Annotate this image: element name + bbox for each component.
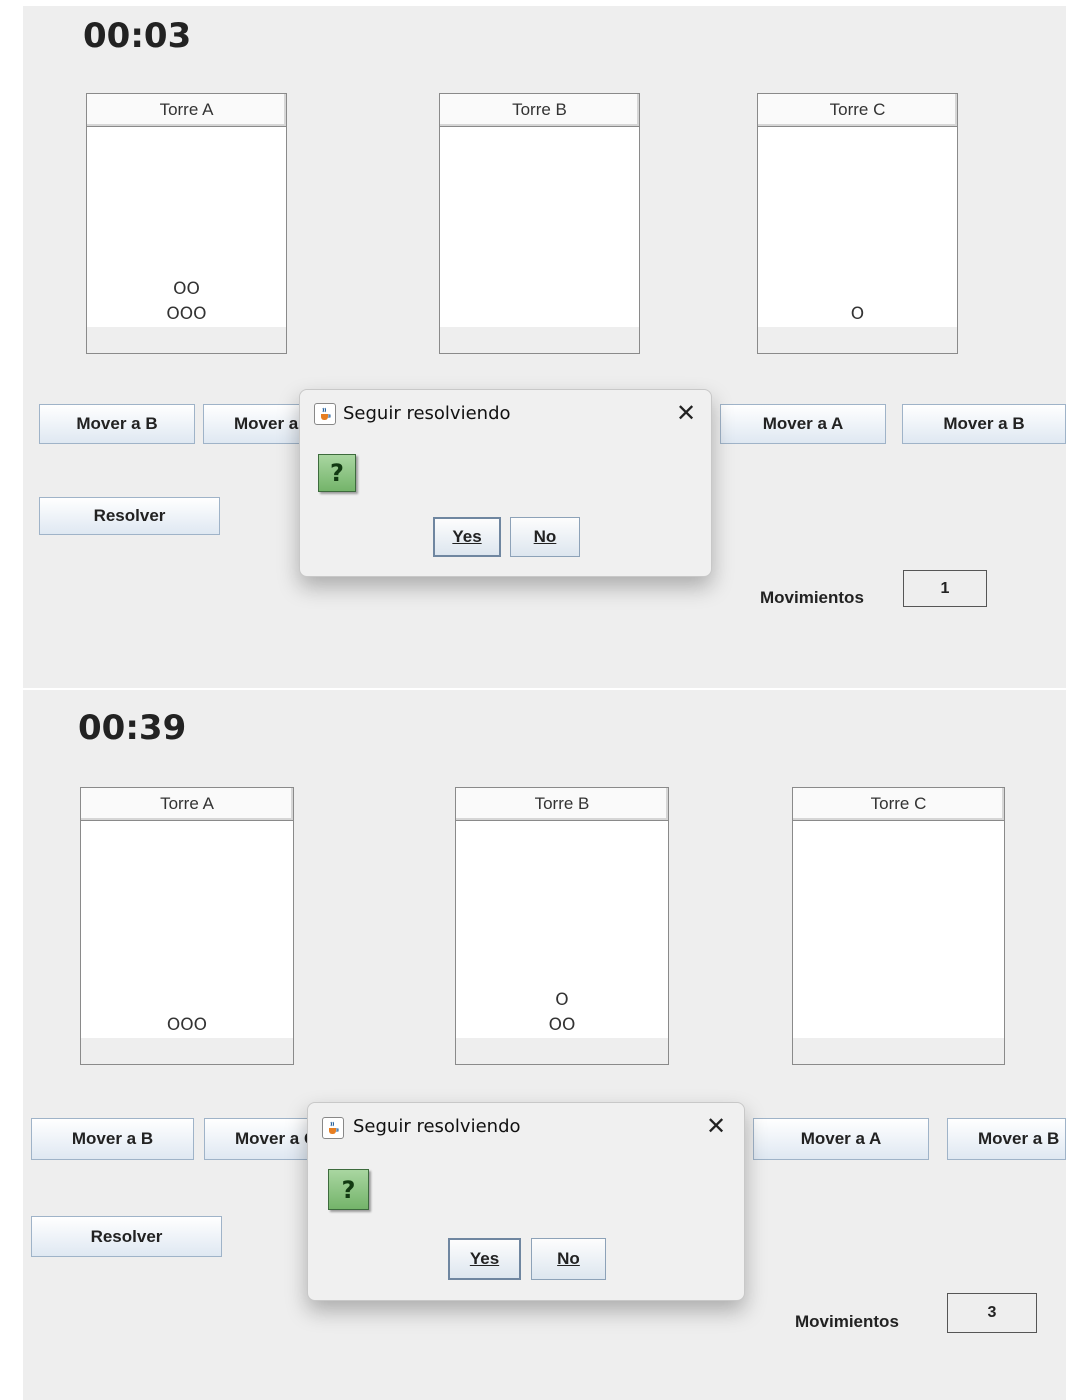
disk: O bbox=[850, 304, 865, 324]
tower-b-header: Torre B bbox=[456, 788, 668, 821]
no-button[interactable]: No bbox=[510, 517, 580, 557]
move-c-to-b-button[interactable]: Mover a B bbox=[902, 404, 1066, 444]
java-cup-icon bbox=[322, 1117, 344, 1139]
tower-c: Torre C bbox=[792, 787, 1005, 1065]
tower-c-disk-list bbox=[793, 821, 1004, 1038]
resolver-button[interactable]: Resolver bbox=[31, 1216, 222, 1257]
question-icon: ? bbox=[318, 454, 356, 492]
yes-button[interactable]: Yes bbox=[448, 1238, 521, 1280]
disk: OO bbox=[173, 279, 200, 299]
tower-b: Torre B bbox=[439, 93, 640, 354]
move-c-to-a-button[interactable]: Mover a A bbox=[720, 404, 886, 444]
yes-button-label: Yes bbox=[452, 527, 482, 546]
question-icon: ? bbox=[328, 1169, 369, 1210]
tower-b-footer bbox=[440, 327, 639, 353]
move-c-to-b-button[interactable]: Mover a B bbox=[947, 1118, 1066, 1160]
tower-a: Torre A OOO bbox=[80, 787, 294, 1065]
tower-c-header: Torre C bbox=[758, 94, 957, 127]
tower-c-footer bbox=[793, 1038, 1004, 1064]
tower-a-disk-list: OOO bbox=[81, 821, 293, 1038]
tower-c: Torre C O bbox=[757, 93, 958, 354]
no-button-label: No bbox=[557, 1249, 580, 1268]
tower-b-header: Torre B bbox=[440, 94, 639, 127]
timer-label: 00:39 bbox=[78, 708, 187, 748]
dialog-title: Seguir resolviendo bbox=[343, 403, 511, 424]
disk: OO bbox=[548, 1015, 576, 1035]
moves-count: 3 bbox=[947, 1293, 1037, 1333]
close-icon[interactable]: ✕ bbox=[676, 399, 696, 427]
disk: O bbox=[555, 990, 569, 1010]
close-icon[interactable]: ✕ bbox=[706, 1112, 726, 1140]
dialog-title: Seguir resolviendo bbox=[353, 1116, 521, 1137]
tower-a-disk-list: OO OOO bbox=[87, 127, 286, 327]
confirm-dialog: Seguir resolviendo ✕ ? Yes No bbox=[299, 389, 712, 577]
yes-button[interactable]: Yes bbox=[433, 517, 501, 557]
moves-count: 1 bbox=[903, 570, 987, 607]
tower-b-disk-list: O OO bbox=[456, 821, 668, 1038]
resolver-button[interactable]: Resolver bbox=[39, 497, 220, 535]
tower-a-footer bbox=[81, 1038, 293, 1064]
yes-button-label: Yes bbox=[469, 1249, 500, 1268]
tower-a-header: Torre A bbox=[87, 94, 286, 127]
timer-label: 00:03 bbox=[83, 16, 192, 56]
moves-label: Movimientos bbox=[795, 1312, 899, 1331]
tower-a: Torre A OO OOO bbox=[86, 93, 287, 354]
disk: OOO bbox=[166, 1015, 208, 1035]
move-c-to-a-button[interactable]: Mover a A bbox=[753, 1118, 929, 1160]
tower-c-header: Torre C bbox=[793, 788, 1004, 821]
move-a-to-b-button[interactable]: Mover a B bbox=[39, 404, 195, 444]
disk: OOO bbox=[166, 304, 207, 324]
tower-a-header: Torre A bbox=[81, 788, 293, 821]
tower-b: Torre B O OO bbox=[455, 787, 669, 1065]
tower-b-disk-list bbox=[440, 127, 639, 327]
tower-a-footer bbox=[87, 327, 286, 353]
tower-c-disk-list: O bbox=[758, 127, 957, 327]
no-button[interactable]: No bbox=[531, 1238, 606, 1280]
no-button-label: No bbox=[533, 527, 557, 546]
tower-c-footer bbox=[758, 327, 957, 353]
move-a-to-c-button[interactable]: Mover a C bbox=[203, 404, 300, 444]
move-a-to-c-button[interactable]: Mover a C bbox=[204, 1118, 308, 1160]
moves-label: Movimientos bbox=[760, 588, 864, 607]
java-cup-icon bbox=[314, 403, 336, 425]
confirm-dialog: Seguir resolviendo ✕ ? Yes No bbox=[307, 1102, 745, 1301]
move-a-to-b-button[interactable]: Mover a B bbox=[31, 1118, 194, 1160]
tower-b-footer bbox=[456, 1038, 668, 1064]
